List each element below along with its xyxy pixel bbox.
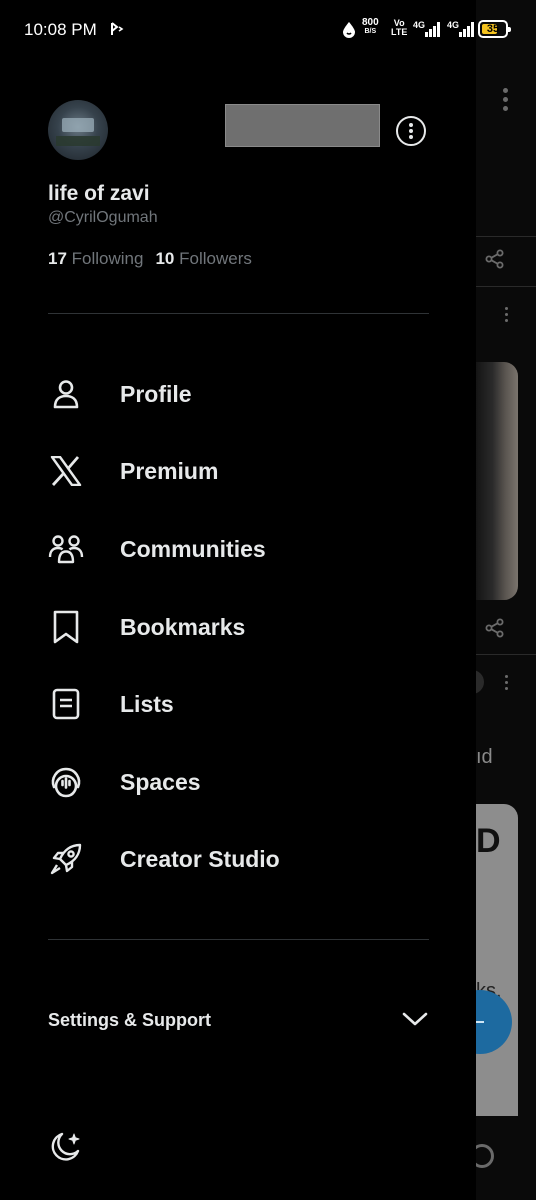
bookmark-icon: [53, 610, 79, 644]
menu-item-premium[interactable]: Premium: [40, 441, 440, 501]
rocket-icon: [50, 843, 82, 875]
status-bar: 10:08 PM 800 B/S Vo LTE 4G 4G 35: [0, 0, 536, 60]
navigation-drawer: life of zavi @CyrilOgumah 17 Following 10…: [0, 0, 476, 1200]
post-image: [476, 362, 518, 600]
menu-item-label: Communities: [120, 535, 266, 562]
separator: [476, 286, 536, 287]
chevron-down-icon: [402, 1012, 428, 1026]
divider: [48, 939, 429, 940]
signal-strength-icon: [459, 21, 477, 37]
menu-item-label: Bookmarks: [120, 613, 246, 640]
avatar[interactable]: [48, 100, 108, 160]
user-handle: @CyrilOgumah: [48, 209, 158, 226]
separator: [476, 654, 536, 655]
following-link[interactable]: 17 Following: [48, 249, 143, 268]
menu-item-label: Spaces: [120, 768, 201, 795]
person-icon: [53, 380, 79, 409]
menu-item-communities[interactable]: Communities: [40, 519, 440, 579]
menu-item-creator-studio[interactable]: Creator Studio: [40, 829, 440, 889]
menu-item-label: Profile: [120, 380, 192, 407]
menu-item-bookmarks[interactable]: Bookmarks: [40, 597, 440, 657]
communities-icon: [48, 535, 84, 564]
share-icon: [485, 618, 504, 638]
card-letter: D: [476, 822, 501, 860]
follow-stats: 17 Following 10 Followers: [48, 249, 252, 269]
settings-support-label: Settings & Support: [48, 1010, 211, 1030]
more-options-icon: [502, 88, 508, 115]
volte-indicator: Vo LTE: [391, 18, 408, 37]
partial-text: ıd: [476, 746, 493, 768]
share-icon: [485, 249, 504, 269]
more-options-icon: [503, 675, 509, 693]
settings-support-toggle[interactable]: Settings & Support: [48, 1004, 428, 1038]
x-logo-icon: [50, 456, 82, 486]
menu-item-spaces[interactable]: Spaces: [40, 752, 440, 812]
net-speed: 800 B/S: [362, 17, 379, 36]
followers-link[interactable]: 10 Followers: [155, 249, 251, 268]
list-icon: [52, 688, 80, 720]
app-notification-icon: [111, 22, 124, 35]
redacted-area: [225, 104, 380, 147]
network-type-label: 4G: [413, 20, 426, 30]
clock: 10:08 PM: [24, 20, 97, 39]
menu-item-label: Lists: [120, 690, 174, 717]
signal-strength-icon: [425, 21, 443, 37]
spaces-icon: [51, 767, 81, 798]
account-switcher-button[interactable]: [396, 116, 426, 146]
display-name: life of zavi: [48, 182, 150, 205]
menu-item-profile[interactable]: Profile: [40, 364, 440, 424]
data-saver-icon: [343, 22, 355, 38]
menu-item-lists[interactable]: Lists: [40, 674, 440, 734]
separator: [476, 236, 536, 237]
battery-icon: 35: [478, 20, 511, 38]
more-options-icon: [503, 307, 509, 325]
menu-item-label: Creator Studio: [120, 845, 280, 872]
divider: [48, 313, 429, 314]
menu-item-label: Premium: [120, 457, 219, 484]
network-type-label: 4G: [447, 20, 460, 30]
theme-toggle-moon-icon[interactable]: [48, 1130, 82, 1164]
